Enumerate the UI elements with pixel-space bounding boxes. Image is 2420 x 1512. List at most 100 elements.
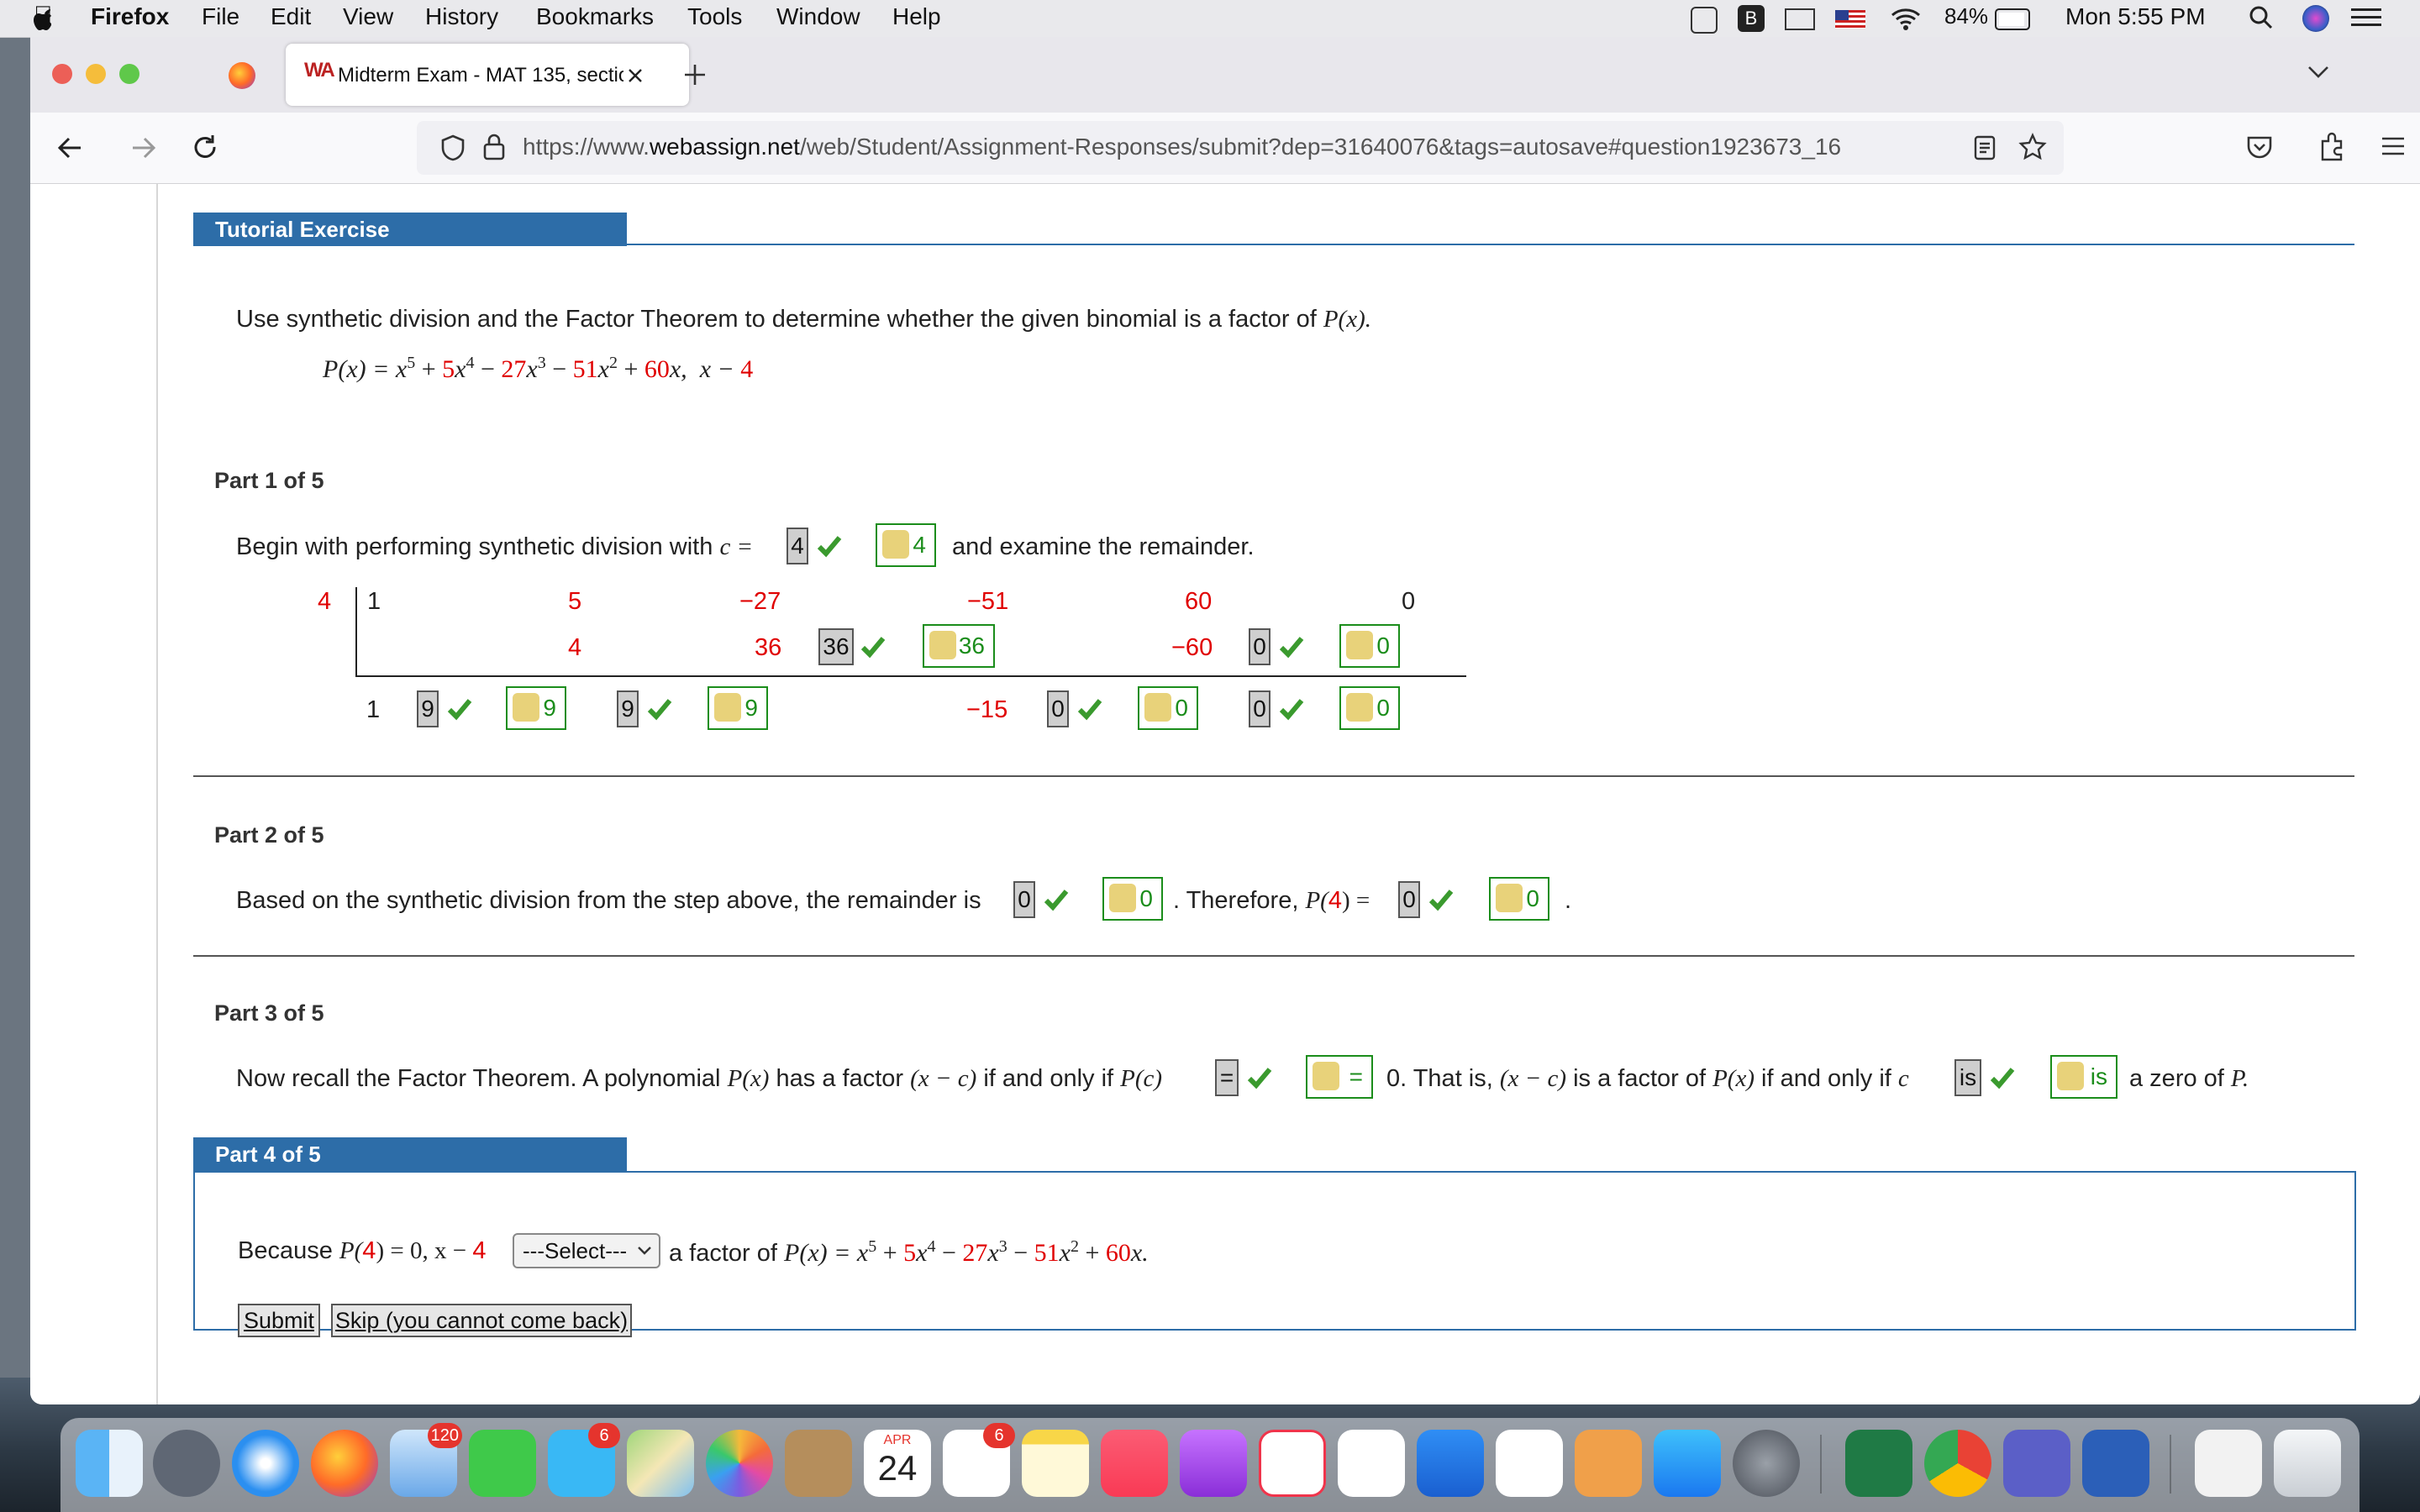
menu-window[interactable]: Window	[776, 3, 860, 30]
row3-0-key-answer: 0	[1138, 686, 1198, 730]
documents-stack-icon[interactable]	[2195, 1430, 2262, 1497]
menu-app-name[interactable]: Firefox	[91, 3, 169, 30]
keynote-icon[interactable]	[1417, 1430, 1484, 1497]
part3-text-2: 0. That is, (x − c) is a factor of P(x) …	[1386, 1065, 1909, 1092]
lock-icon[interactable]	[482, 133, 506, 161]
menu-edit[interactable]: Edit	[271, 3, 311, 30]
instruction-text: Use synthetic division and the Factor Th…	[236, 306, 1371, 333]
wifi-icon[interactable]	[1889, 5, 1923, 32]
spotlight-search-icon[interactable]	[2249, 5, 2274, 30]
menu-help[interactable]: Help	[892, 3, 941, 30]
new-tab-icon[interactable]	[682, 62, 708, 87]
row2-36-key-answer: 36	[923, 624, 995, 668]
menu-bar:  Firefox File Edit View History Bookmar…	[0, 0, 2420, 38]
flag-icon[interactable]	[1835, 10, 1865, 29]
navigation-toolbar: https://www.webassign.net/web/Student/As…	[30, 113, 2420, 184]
divisor-value: 4	[318, 588, 332, 615]
bookmark-star-icon[interactable]	[2018, 133, 2047, 161]
excel-icon[interactable]	[1845, 1430, 1912, 1497]
url-text[interactable]: https://www.webassign.net/web/Student/As…	[523, 134, 1841, 160]
app-store-icon[interactable]	[1654, 1430, 1721, 1497]
messages-icon[interactable]: 6	[548, 1423, 620, 1497]
url-domain: webassign.net	[649, 134, 800, 160]
minimize-window-button[interactable]	[86, 64, 106, 84]
facetime-icon[interactable]	[469, 1430, 536, 1497]
vpn-icon[interactable]	[1691, 7, 1718, 34]
coef-1: 1	[367, 588, 381, 615]
music-icon[interactable]	[1101, 1430, 1168, 1497]
finder-icon[interactable]	[76, 1430, 143, 1497]
chrome-icon[interactable]	[1924, 1430, 1991, 1497]
skip-button[interactable]: Skip (you cannot come back)	[331, 1304, 632, 1337]
control-center-icon[interactable]	[2351, 8, 2381, 29]
calculator-icon[interactable]	[1575, 1430, 1642, 1497]
p4-key-answer: 0	[1489, 877, 1549, 921]
pocket-icon[interactable]	[2245, 133, 2274, 161]
coef-0: 0	[1402, 588, 1416, 615]
podcasts-icon[interactable]	[1180, 1430, 1247, 1497]
correct-check-icon	[1990, 1068, 2015, 1089]
correct-check-icon	[1044, 890, 1069, 911]
numbers-icon[interactable]	[1338, 1430, 1405, 1497]
system-preferences-icon[interactable]	[1733, 1430, 1800, 1497]
reminders-icon[interactable]: 6	[943, 1423, 1015, 1497]
launchpad-icon[interactable]	[153, 1430, 220, 1497]
teams-icon[interactable]	[2003, 1430, 2070, 1497]
remainder-key-answer: 0	[1102, 877, 1163, 921]
menu-history[interactable]: History	[425, 3, 498, 30]
row2-4: 4	[568, 634, 582, 661]
close-tab-icon[interactable]	[625, 66, 645, 86]
row2-36: 36	[755, 634, 782, 661]
key-icon	[1346, 693, 1373, 722]
extensions-icon[interactable]	[2317, 131, 2346, 161]
row2-0-key-answer: 0	[1339, 624, 1400, 668]
menu-bookmarks[interactable]: Bookmarks	[536, 3, 654, 30]
row3-9-key-answer: 9	[506, 686, 566, 730]
news-icon[interactable]	[1259, 1430, 1326, 1497]
part3-text-3: a zero of P.	[2129, 1065, 2249, 1092]
row3-0b-answer-box: 0	[1249, 690, 1270, 727]
tracking-protection-shield-icon[interactable]	[440, 134, 466, 161]
pages-icon[interactable]	[1496, 1430, 1563, 1497]
row3-9b-answer-box: 9	[617, 690, 639, 727]
menu-tools[interactable]: Tools	[687, 3, 742, 30]
part3-label: Part 3 of 5	[214, 1000, 324, 1026]
battery-icon[interactable]	[1995, 8, 2030, 30]
list-all-tabs-icon[interactable]	[2306, 62, 2331, 82]
airplay-icon[interactable]	[1785, 8, 1815, 30]
app-menu-icon[interactable]	[2380, 134, 2407, 158]
word-icon[interactable]	[2082, 1430, 2149, 1497]
factor-select[interactable]: ---Select---	[513, 1233, 660, 1268]
calendar-icon[interactable]: APR 24	[864, 1430, 931, 1497]
reload-icon[interactable]	[190, 133, 220, 163]
tab-midterm-exam[interactable]: WA Midterm Exam - MAT 135, sectio	[286, 44, 689, 106]
key-icon	[2057, 1062, 2084, 1090]
back-icon[interactable]	[55, 133, 86, 163]
trash-icon[interactable]	[2274, 1430, 2341, 1497]
key-icon	[882, 530, 909, 559]
contacts-icon[interactable]	[785, 1430, 852, 1497]
menu-file[interactable]: File	[202, 3, 239, 30]
c-key-answer: 4	[876, 523, 936, 567]
apple-logo-icon[interactable]	[34, 7, 55, 32]
reader-view-icon[interactable]	[1973, 134, 1996, 161]
firefox-icon[interactable]	[311, 1430, 378, 1497]
notes-icon[interactable]	[1022, 1430, 1089, 1497]
part1-text-end: and examine the remainder.	[952, 533, 1255, 560]
menu-view[interactable]: View	[343, 3, 393, 30]
firefox-view-icon[interactable]	[229, 62, 255, 89]
menu-clock[interactable]: Mon 5:55 PM	[2065, 3, 2206, 30]
zoom-window-button[interactable]	[119, 64, 139, 84]
address-bar[interactable]: https://www.webassign.net/web/Student/As…	[417, 121, 2064, 175]
chevron-down-icon	[638, 1247, 651, 1255]
safari-icon[interactable]	[232, 1430, 299, 1497]
extension-icon[interactable]: B	[1738, 5, 1765, 32]
photos-icon[interactable]	[706, 1430, 773, 1497]
part1-label: Part 1 of 5	[214, 468, 324, 493]
maps-icon[interactable]	[627, 1430, 694, 1497]
forward-icon[interactable]	[128, 133, 158, 163]
close-window-button[interactable]	[52, 64, 72, 84]
mail-icon[interactable]: 120	[390, 1423, 462, 1497]
siri-icon[interactable]	[2302, 5, 2329, 32]
submit-button[interactable]: Submit	[238, 1304, 320, 1337]
